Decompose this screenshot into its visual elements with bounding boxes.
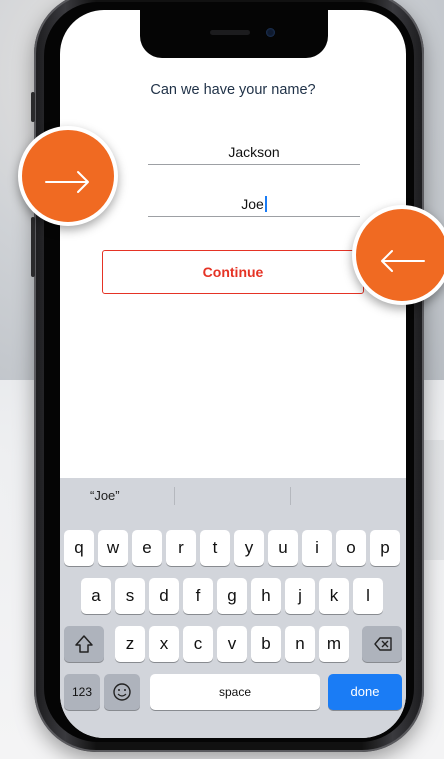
key-q[interactable]: q (64, 530, 94, 566)
arrow-left-icon (381, 250, 425, 272)
speaker-grille (210, 30, 250, 35)
key-v[interactable]: v (217, 626, 247, 662)
notch (140, 10, 328, 58)
key-n[interactable]: n (285, 626, 315, 662)
backspace-icon (374, 637, 392, 651)
key-h[interactable]: h (251, 578, 281, 614)
page-title: Can we have your name? (150, 82, 316, 98)
key-k[interactable]: k (319, 578, 349, 614)
mute-switch (31, 92, 35, 122)
key-m[interactable]: m (319, 626, 349, 662)
numbers-key[interactable]: 123 (64, 674, 100, 710)
key-l[interactable]: l (353, 578, 383, 614)
key-c[interactable]: c (183, 626, 213, 662)
key-j[interactable]: j (285, 578, 315, 614)
emoji-key[interactable] (104, 674, 140, 710)
space-key[interactable]: space (150, 674, 320, 710)
key-o[interactable]: o (336, 530, 366, 566)
key-b[interactable]: b (251, 626, 281, 662)
key-y[interactable]: y (234, 530, 264, 566)
key-z[interactable]: z (115, 626, 145, 662)
key-x[interactable]: x (149, 626, 179, 662)
text-cursor (264, 196, 267, 212)
continue-button[interactable]: Continue (102, 250, 364, 294)
shift-icon (75, 635, 93, 653)
first-name-value: Joe (241, 196, 264, 212)
front-camera-icon (266, 28, 275, 37)
suggestion-divider (174, 487, 175, 505)
done-key[interactable]: done (328, 674, 402, 710)
key-g[interactable]: g (217, 578, 247, 614)
volume-down-button (31, 217, 35, 277)
suggestion-divider (290, 487, 291, 505)
suggestion-bar: “Joe” (60, 478, 406, 514)
key-e[interactable]: e (132, 530, 162, 566)
arrow-right-icon (45, 171, 89, 193)
key-s[interactable]: s (115, 578, 145, 614)
key-p[interactable]: p (370, 530, 400, 566)
key-t[interactable]: t (200, 530, 230, 566)
annotation-arrow-right (18, 126, 118, 226)
suggestion-item[interactable]: “Joe” (90, 478, 120, 514)
key-w[interactable]: w (98, 530, 128, 566)
shift-key[interactable] (64, 626, 104, 662)
key-a[interactable]: a (81, 578, 111, 614)
phone-screen: Can we have your name? Jackson Joe Conti… (60, 10, 406, 738)
key-d[interactable]: d (149, 578, 179, 614)
key-r[interactable]: r (166, 530, 196, 566)
delete-key[interactable] (362, 626, 402, 662)
key-i[interactable]: i (302, 530, 332, 566)
first-name-field[interactable]: Joe (148, 194, 360, 217)
annotation-arrow-left (352, 205, 444, 305)
emoji-icon (113, 683, 131, 701)
keyboard: “Joe” q w e r t y u i o p a s d f g h j … (60, 478, 406, 738)
key-f[interactable]: f (183, 578, 213, 614)
last-name-field[interactable]: Jackson (148, 142, 360, 165)
last-name-value: Jackson (228, 144, 280, 160)
key-u[interactable]: u (268, 530, 298, 566)
